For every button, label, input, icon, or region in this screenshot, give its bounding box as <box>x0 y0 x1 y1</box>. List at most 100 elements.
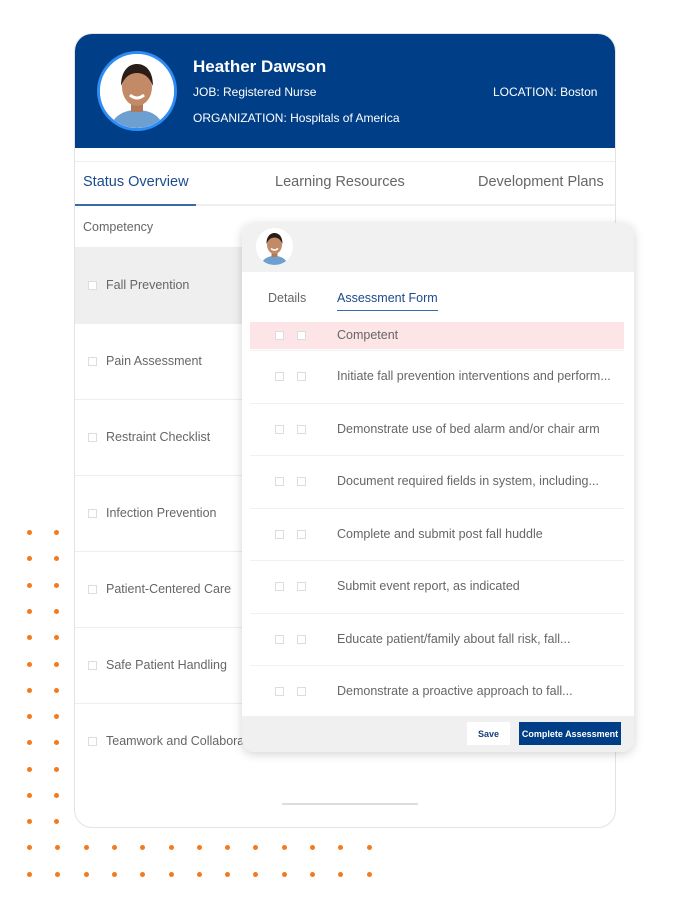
checkbox[interactable] <box>275 477 284 486</box>
dot <box>253 845 259 850</box>
dot <box>83 872 89 877</box>
dot <box>54 530 59 535</box>
tab-status-overview[interactable]: Status Overview <box>83 174 189 190</box>
person-photo-icon <box>256 228 293 265</box>
dot <box>168 845 174 850</box>
assessment-row: Educate patient/family about fall risk, … <box>250 612 624 665</box>
assessment-row: Demonstrate a proactive approach to fall… <box>250 665 624 717</box>
competent-header-row: Competent <box>250 322 624 349</box>
dot <box>27 740 32 746</box>
competency-label: Infection Prevention <box>106 506 217 520</box>
job-title: JOB: Registered Nurse <box>193 85 317 99</box>
dot <box>54 687 59 693</box>
dot <box>54 608 59 614</box>
assessment-item-label: Initiate fall prevention interventions a… <box>337 369 611 383</box>
location: LOCATION: Boston <box>493 85 598 99</box>
dot <box>54 556 59 562</box>
dot <box>55 845 61 850</box>
dot <box>140 845 146 850</box>
dot <box>83 845 89 850</box>
competency-header: Competency <box>83 220 154 234</box>
checkbox[interactable] <box>297 372 306 381</box>
checkbox[interactable] <box>275 424 284 434</box>
assessment-item-label: Demonstrate use of bed alarm and/or chai… <box>337 421 600 436</box>
dot <box>168 872 174 877</box>
dot <box>225 845 231 850</box>
dot <box>27 845 32 850</box>
assessment-item-label: Document required fields in system, incl… <box>337 474 599 488</box>
dot <box>338 872 344 877</box>
scroll-handle[interactable] <box>282 803 418 805</box>
dot <box>253 872 259 877</box>
dot <box>27 793 32 798</box>
checkbox[interactable] <box>297 634 306 644</box>
avatar <box>97 51 177 131</box>
checkbox[interactable] <box>297 529 306 539</box>
complete-assessment-button[interactable]: Complete Assessment <box>519 722 621 745</box>
assessment-row: Complete and submit post fall huddle <box>250 507 624 560</box>
avatar <box>256 228 293 265</box>
checkbox[interactable] <box>88 585 97 594</box>
organization: ORGANIZATION: Hospitals of America <box>193 111 400 125</box>
assessment-popup: Details Assessment Form Competent Initiat… <box>242 223 634 752</box>
assessment-row: Submit event report, as indicated <box>250 560 624 612</box>
dot <box>27 608 32 614</box>
checkbox[interactable] <box>297 424 306 434</box>
checkbox[interactable] <box>88 433 97 442</box>
checkbox[interactable] <box>88 357 97 366</box>
checkbox[interactable] <box>275 529 284 539</box>
assessment-item-label: Competent <box>337 328 399 342</box>
dot <box>366 845 372 850</box>
dot <box>54 819 59 825</box>
dot <box>140 872 146 877</box>
checkbox[interactable] <box>88 661 97 670</box>
checkbox[interactable] <box>88 509 97 518</box>
assessment-item-label: Educate patient/family about fall risk, … <box>337 631 571 646</box>
competency-label: Pain Assessment <box>106 354 202 368</box>
checkbox[interactable] <box>275 372 284 381</box>
dot <box>111 845 117 850</box>
dot <box>54 740 59 746</box>
dot <box>27 819 32 825</box>
checkbox[interactable] <box>297 582 306 591</box>
dot <box>54 766 59 772</box>
competency-label: Patient-Centered Care <box>106 582 232 596</box>
tab-learning-resources[interactable]: Learning Resources <box>275 174 405 190</box>
checkbox[interactable] <box>297 477 306 486</box>
dot <box>196 845 202 850</box>
tab-details[interactable]: Details <box>268 291 306 305</box>
popup-footer: Save Complete Assessment <box>242 716 634 752</box>
dot <box>27 582 32 588</box>
dot <box>54 793 59 798</box>
checkbox[interactable] <box>88 281 97 290</box>
dot <box>225 872 231 877</box>
dot <box>111 872 117 877</box>
dot <box>54 661 59 667</box>
checkbox[interactable] <box>88 737 97 746</box>
competency-label: Restraint Checklist <box>106 430 211 444</box>
tab-assessment-form[interactable]: Assessment Form <box>337 291 438 311</box>
save-button[interactable]: Save <box>467 722 510 745</box>
assessment-row: Initiate fall prevention interventions a… <box>250 350 624 402</box>
dot <box>27 714 32 720</box>
tab-development-plans[interactable]: Development Plans <box>478 174 604 190</box>
dot <box>310 872 315 877</box>
checkbox[interactable] <box>275 634 284 644</box>
competency-label: Fall Prevention <box>106 278 190 292</box>
checkbox[interactable] <box>275 582 284 591</box>
dot <box>27 635 32 641</box>
dot <box>54 714 59 720</box>
dot <box>281 872 287 877</box>
assessment-row: Demonstrate use of bed alarm and/or chai… <box>250 402 624 455</box>
dot <box>196 872 202 877</box>
checkbox[interactable] <box>297 331 306 340</box>
active-tab-indicator <box>75 204 196 206</box>
checkbox[interactable] <box>275 687 284 696</box>
dot <box>27 556 32 562</box>
dot <box>338 845 344 850</box>
dot <box>27 661 32 667</box>
checkbox[interactable] <box>275 331 284 340</box>
dot <box>54 635 59 641</box>
checkbox[interactable] <box>297 687 306 696</box>
dot <box>27 687 32 693</box>
